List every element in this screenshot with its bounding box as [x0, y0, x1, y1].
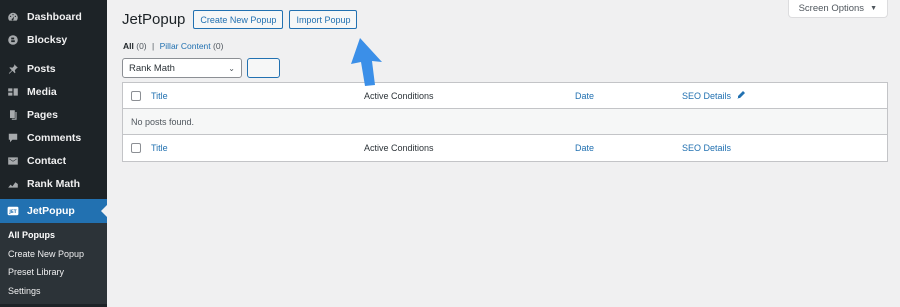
submenu-create-new-popup[interactable]: Create New Popup [0, 245, 107, 264]
pages-icon [7, 109, 19, 121]
rankmath-icon [7, 178, 19, 190]
dashboard-icon [7, 11, 19, 23]
comment-icon [7, 132, 19, 144]
select-all-checkbox[interactable] [131, 90, 141, 101]
caret-down-icon: ▼ [870, 5, 877, 12]
sidebar-item-rank-math[interactable]: Rank Math [0, 172, 107, 195]
sidebar-item-label: Posts [27, 62, 56, 75]
column-date[interactable]: Date [575, 91, 594, 101]
create-new-popup-button[interactable]: Create New Popup [193, 10, 284, 29]
seo-filter-select[interactable]: Rank Math ⌄ [122, 58, 242, 78]
screen-options-label: Screen Options [798, 3, 865, 14]
chevron-down-icon: ⌄ [228, 63, 235, 73]
view-all-count: (0) [136, 41, 147, 51]
view-all-link[interactable]: All [123, 41, 134, 51]
sidebar-item-label: Blocksy [27, 33, 68, 46]
sidebar-item-label: Pages [27, 108, 58, 121]
jetpopup-icon: JET [7, 205, 19, 217]
select-all-checkbox-footer[interactable] [131, 143, 141, 153]
page-title: JetPopup [122, 11, 186, 28]
sidebar-item-label: Comments [27, 131, 82, 144]
column-title[interactable]: Title [151, 91, 168, 101]
column-title-footer[interactable]: Title [151, 143, 168, 153]
empty-row: No posts found. [123, 109, 887, 135]
table-footer-row: Title Active Conditions Date SEO Details [123, 135, 887, 161]
import-popup-button[interactable]: Import Popup [289, 10, 358, 29]
filter-row: Rank Math ⌄ [122, 58, 280, 78]
sidebar-item-label: Rank Math [27, 177, 81, 190]
column-seo-details-footer[interactable]: SEO Details [682, 143, 731, 153]
column-seo-details[interactable]: SEO Details [682, 90, 746, 102]
popups-table: Title Active Conditions Date SEO Details… [122, 82, 888, 162]
pencil-icon[interactable] [736, 90, 746, 102]
view-separator: | [152, 41, 155, 51]
sidebar-item-posts[interactable]: Posts [0, 57, 107, 80]
select-value: Rank Math [129, 62, 175, 74]
view-pillar-content-link[interactable]: Pillar Content [160, 41, 211, 51]
sidebar-item-comments[interactable]: Comments [0, 126, 107, 149]
jetpopup-submenu: All Popups Create New Popup Preset Libra… [0, 223, 107, 304]
table-header-row: Title Active Conditions Date SEO Details [123, 83, 887, 109]
submenu-preset-library[interactable]: Preset Library [0, 263, 107, 282]
pin-icon [7, 63, 19, 75]
view-filters: All (0) | Pillar Content (0) [123, 41, 223, 51]
sidebar-item-dashboard[interactable]: Dashboard [0, 5, 107, 28]
sidebar-item-jetpopup[interactable]: JET JetPopup [0, 199, 107, 223]
column-date-footer[interactable]: Date [575, 143, 594, 153]
sidebar-item-label: JetPopup [27, 205, 75, 217]
submenu-settings[interactable]: Settings [0, 282, 107, 301]
column-active-conditions-footer: Active Conditions [364, 143, 434, 153]
svg-text:JET: JET [8, 209, 16, 214]
column-seo-label: SEO Details [682, 90, 732, 101]
screen-options-button[interactable]: Screen Options ▼ [787, 0, 888, 18]
media-icon [7, 86, 19, 98]
main-content: Screen Options ▼ JetPopup Create New Pop… [107, 0, 900, 307]
sidebar-item-media[interactable]: Media [0, 80, 107, 103]
admin-sidebar: Dashboard Blocksy Posts Media Pages Comm… [0, 0, 107, 307]
title-row: JetPopup Create New Popup Import Popup [122, 10, 358, 29]
sidebar-item-blocksy[interactable]: Blocksy [0, 28, 107, 51]
submenu-all-popups[interactable]: All Popups [0, 226, 107, 245]
pointer-arrow-icon [351, 38, 382, 86]
sidebar-item-label: Contact [27, 154, 67, 167]
view-pillar-count: (0) [213, 41, 224, 51]
filter-button[interactable] [247, 58, 280, 78]
sidebar-item-label: Media [27, 85, 57, 98]
sidebar-item-pages[interactable]: Pages [0, 103, 107, 126]
mail-icon [7, 155, 19, 167]
empty-message: No posts found. [131, 116, 195, 127]
sidebar-item-label: Dashboard [27, 10, 82, 23]
sidebar-item-contact[interactable]: Contact [0, 149, 107, 172]
blocksy-icon [7, 34, 19, 46]
column-active-conditions: Active Conditions [364, 90, 434, 101]
